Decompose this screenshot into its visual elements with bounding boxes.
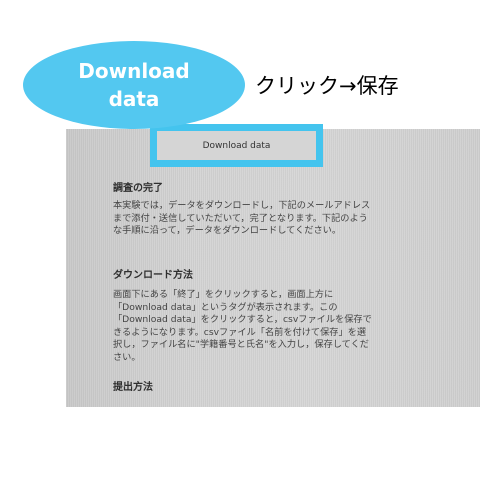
section-body-completion: 本実験では，データをダウンロードし，下記のメールアドレスまで添付・送信していただ… xyxy=(113,200,371,237)
section-body-download-method: 画面下にある「終了」をクリックすると，画面上方に「Download data」と… xyxy=(113,289,372,363)
instruction-text: クリック→保存 xyxy=(255,74,399,98)
section-title-download-method: ダウンロード方法 xyxy=(113,270,193,281)
download-data-button[interactable]: Download data xyxy=(150,124,323,167)
section-title-completion: 調査の完了 xyxy=(113,183,163,194)
callout-line2: data xyxy=(108,87,160,111)
section-title-submission: 提出方法 xyxy=(113,382,153,393)
callout-line1: Download xyxy=(78,59,190,83)
download-data-label: Download data xyxy=(202,140,271,151)
callout-text: Download data xyxy=(23,41,245,129)
